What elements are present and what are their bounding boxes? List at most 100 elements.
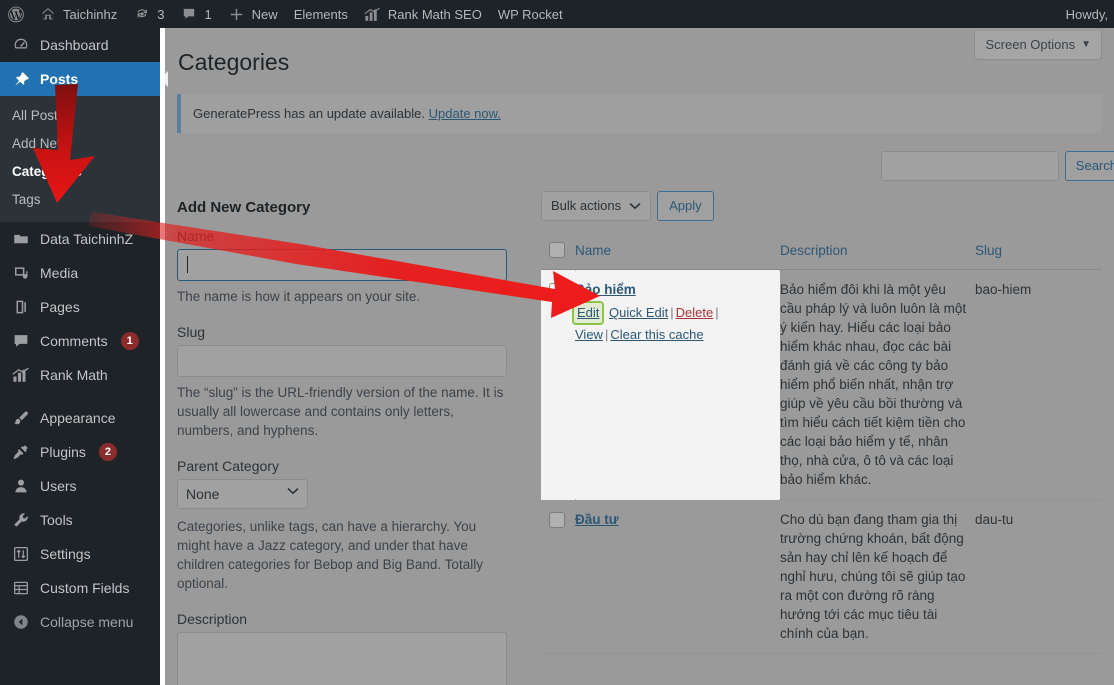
- edit-link[interactable]: Edit: [577, 305, 599, 320]
- quick-edit-link[interactable]: Quick Edit: [609, 305, 668, 320]
- sidebar-item-custom-fields[interactable]: Custom Fields: [0, 571, 160, 605]
- apply-button[interactable]: Apply: [657, 190, 714, 221]
- row-name-cell: Đầu tư: [575, 499, 780, 655]
- my-account-menu[interactable]: Howdy,: [1058, 0, 1114, 28]
- screen-options-label: Screen Options: [985, 37, 1076, 52]
- name-input[interactable]: [177, 248, 507, 281]
- elements-menu[interactable]: Elements: [286, 0, 356, 28]
- sidebar-item-tools[interactable]: Tools: [0, 503, 160, 537]
- select-all-header: [541, 232, 575, 271]
- howdy-label: Howdy,: [1065, 6, 1108, 22]
- sidebar-item-users[interactable]: Users: [0, 469, 160, 503]
- rank-math-icon: [364, 5, 382, 23]
- sidebar-item-all-posts[interactable]: All Posts: [0, 102, 160, 130]
- sidebar-item-posts[interactable]: Posts: [0, 62, 168, 96]
- sidebar-item-label: Dashboard: [40, 37, 109, 53]
- row-checkbox[interactable]: [549, 512, 565, 529]
- form-heading: Add New Category: [177, 198, 311, 216]
- sidebar-item-label: Posts: [40, 71, 79, 87]
- sidebar-item-rank-math[interactable]: Rank Math: [0, 358, 160, 392]
- plug-icon: [11, 442, 31, 462]
- sidebar-item-dashboard[interactable]: Dashboard: [0, 28, 160, 62]
- brush-icon: [11, 408, 31, 428]
- description-textarea[interactable]: [177, 631, 507, 685]
- chevron-down-icon: [629, 202, 641, 210]
- row-slug-cell: bao-hiem: [975, 269, 1102, 501]
- view-link[interactable]: View: [575, 327, 603, 342]
- column-header-slug[interactable]: Slug: [975, 232, 1102, 271]
- wp-admin-screen: Taichinhz 3 1 New Elements Rank Math SEO…: [0, 0, 1114, 685]
- sidebar-item-label: Users: [40, 478, 77, 494]
- site-name-menu[interactable]: Taichinhz: [31, 0, 125, 28]
- new-content-label: New: [251, 6, 278, 22]
- sidebar-item-appearance[interactable]: Appearance: [0, 401, 160, 435]
- sidebar-item-label: Comments: [40, 333, 108, 349]
- table-icon: [11, 578, 31, 598]
- home-icon: [39, 5, 57, 23]
- category-name-link[interactable]: Đầu tư: [575, 510, 619, 529]
- wordpress-logo-menu[interactable]: [0, 0, 31, 28]
- comments-badge: 1: [120, 332, 139, 350]
- column-header-description[interactable]: Description: [780, 232, 975, 271]
- sidebar-item-categories[interactable]: Categories: [0, 158, 160, 186]
- chevron-down-icon: ▼: [1081, 39, 1091, 50]
- sidebar-item-label: Data TaichinhZ: [40, 231, 134, 247]
- parent-category-value: None: [186, 485, 220, 502]
- categories-table-panel: Bulk actions Apply Name Description Slug…: [541, 185, 1102, 685]
- wp-rocket-menu[interactable]: WP Rocket: [490, 0, 571, 28]
- sidebar-item-data-taichinhz[interactable]: Data TaichinhZ: [0, 222, 160, 256]
- wrench-icon: [11, 510, 31, 530]
- admin-bar: Taichinhz 3 1 New Elements Rank Math SEO…: [0, 0, 1114, 28]
- search-button[interactable]: Search: [1064, 150, 1114, 181]
- screen-options-button[interactable]: Screen Options ▼: [974, 31, 1102, 60]
- search-input[interactable]: [880, 150, 1059, 181]
- table-header: Name Description Slug: [541, 232, 1102, 271]
- parent-category-select[interactable]: None: [177, 478, 308, 509]
- sidebar-item-media[interactable]: Media: [0, 256, 160, 290]
- comments-menu[interactable]: 1: [172, 0, 219, 28]
- sidebar-divider: [0, 392, 160, 401]
- sidebar-item-tags[interactable]: Tags: [0, 186, 160, 214]
- rank-math-seo-menu[interactable]: Rank Math SEO: [356, 0, 490, 28]
- sidebar-item-plugins[interactable]: Plugins 2: [0, 435, 160, 469]
- row-checkbox[interactable]: [549, 282, 565, 299]
- wp-rocket-label: WP Rocket: [497, 6, 563, 22]
- category-name-link[interactable]: Bảo hiểm: [575, 280, 636, 299]
- pages-icon: [11, 297, 31, 317]
- collapse-menu-button[interactable]: Collapse menu: [0, 605, 160, 639]
- posts-submenu: All Posts Add New Categories Tags: [0, 96, 160, 222]
- slug-help: The “slug” is the URL-friendly version o…: [177, 384, 504, 438]
- new-content-menu[interactable]: New: [220, 0, 286, 28]
- sidebar-item-pages[interactable]: Pages: [0, 290, 160, 324]
- update-now-link[interactable]: Update now.: [429, 106, 501, 121]
- slug-label: Slug: [177, 323, 206, 340]
- delete-link[interactable]: Delete: [676, 305, 714, 320]
- select-all-checkbox[interactable]: [549, 242, 565, 259]
- clear-cache-link[interactable]: Clear this cache: [610, 327, 703, 342]
- sidebar-item-comments[interactable]: Comments 1: [0, 324, 160, 358]
- categories-table: Name Description Slug Bảo hiểm Edit Quic…: [541, 232, 1102, 655]
- rank-math-seo-label: Rank Math SEO: [387, 6, 482, 22]
- parent-category-help: Categories, unlike tags, can have a hier…: [177, 518, 483, 591]
- sidebar-item-add-new[interactable]: Add New: [0, 130, 160, 158]
- search-box: Search: [165, 133, 1114, 181]
- plus-icon: [228, 5, 246, 23]
- elements-label: Elements: [293, 6, 348, 22]
- name-label: Name: [177, 227, 215, 244]
- slug-input[interactable]: [177, 344, 507, 377]
- edit-link-highlight: Edit: [572, 301, 605, 326]
- portfolio-icon: [11, 229, 31, 249]
- update-notice: GeneratePress has an update available. U…: [177, 93, 1102, 133]
- bulk-actions-select[interactable]: Bulk actions: [541, 190, 652, 221]
- rank-math-icon: [11, 365, 31, 385]
- table-header-row: Name Description Slug: [541, 232, 1102, 271]
- user-icon: [11, 476, 31, 496]
- sidebar-item-label: Custom Fields: [40, 580, 130, 596]
- sidebar-item-settings[interactable]: Settings: [0, 537, 160, 571]
- table-row: Bảo hiểm Edit Quick Edit | Delete | View | Cl…: [541, 269, 1102, 501]
- updates-menu[interactable]: 3: [125, 0, 172, 28]
- column-header-name[interactable]: Name: [575, 232, 780, 271]
- media-icon: [11, 263, 31, 283]
- sidebar-item-label: Rank Math: [40, 367, 108, 383]
- comments-count: 1: [204, 6, 212, 22]
